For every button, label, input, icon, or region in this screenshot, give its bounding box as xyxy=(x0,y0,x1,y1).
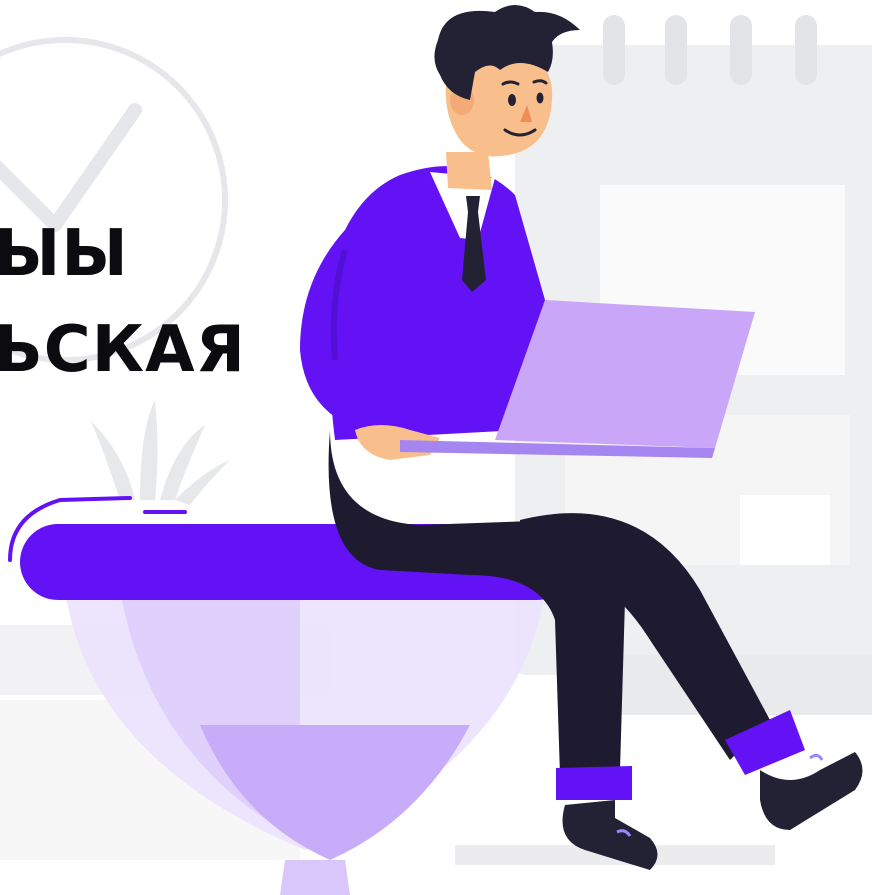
headline-line-2: ЬСКАЯ xyxy=(0,313,246,387)
checkmark-circle-icon xyxy=(0,37,228,363)
plant-icon xyxy=(90,400,230,505)
illustration-scene xyxy=(0,5,872,895)
headline-line-1: ЫЫ xyxy=(0,217,129,291)
